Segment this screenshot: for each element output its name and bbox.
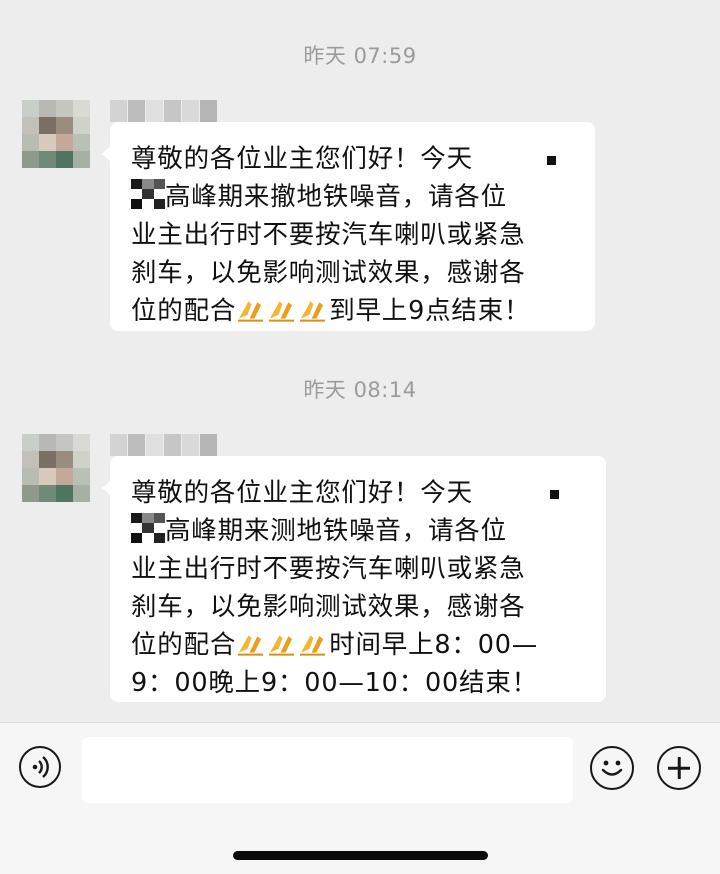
- message-bubble[interactable]: 尊敬的各位业主您们好！今天 高峰期来测地铁噪音，请各位 业主出行时不要按汽车喇叭…: [102, 456, 606, 702]
- pray-emoji-group: [236, 295, 329, 334]
- message-line: 位的配合 时间早上8：00—: [131, 626, 584, 664]
- message-line: 业主出行时不要按汽车喇叭或紧急: [131, 554, 526, 584]
- message-line: 尊敬的各位业主您们好！今天: [131, 144, 473, 174]
- message-line: 高峰期来测地铁噪音，请各位: [131, 512, 584, 550]
- pray-icon: [300, 635, 326, 656]
- pray-icon: [269, 301, 295, 322]
- message-line: 尊敬的各位业主您们好！今天: [131, 478, 473, 508]
- emoji-icon: [601, 760, 623, 776]
- redaction-mosaic: [131, 179, 165, 209]
- pray-emoji-group: [236, 629, 329, 668]
- pray-icon: [300, 301, 326, 322]
- redaction-mosaic: [131, 513, 165, 543]
- message-timestamp: 昨天 08:14: [303, 378, 417, 402]
- pray-icon: [238, 635, 264, 656]
- voice-icon: [32, 756, 49, 778]
- message-line: 9：00晚上9：00—10：00结束！: [131, 668, 538, 698]
- message-bubble[interactable]: 尊敬的各位业主您们好！今天 高峰期来撤地铁噪音，请各位 业主出行时不要按汽车喇叭…: [102, 122, 595, 331]
- message-line: 刹车，以免影响测试效果，感谢各: [131, 258, 526, 288]
- message-line: 位的配合 到早上9点结束！: [131, 292, 573, 330]
- message-line: 刹车，以免影响测试效果，感谢各: [131, 592, 526, 622]
- pray-icon: [238, 301, 264, 322]
- emoji-button[interactable]: [590, 746, 634, 790]
- home-indicator[interactable]: [233, 851, 488, 860]
- sender-avatar[interactable]: [22, 434, 90, 502]
- voice-button[interactable]: [19, 746, 61, 788]
- message-timestamp: 昨天 07:59: [303, 44, 417, 68]
- sender-avatar[interactable]: [22, 100, 90, 168]
- sender-name-redacted: [110, 434, 217, 456]
- plus-button[interactable]: [657, 746, 701, 790]
- chat-area: 昨天 07:59 尊敬的各位业主您们好！今天 高峰期来撤地铁噪音，请各位 业主出…: [0, 0, 720, 722]
- sender-name-redacted: [110, 100, 217, 122]
- pray-icon: [269, 635, 295, 656]
- message-line: 高峰期来撤地铁噪音，请各位: [131, 178, 573, 216]
- input-bar: [0, 722, 720, 874]
- message-input[interactable]: [82, 737, 573, 803]
- message-line: 业主出行时不要按汽车喇叭或紧急: [131, 220, 526, 250]
